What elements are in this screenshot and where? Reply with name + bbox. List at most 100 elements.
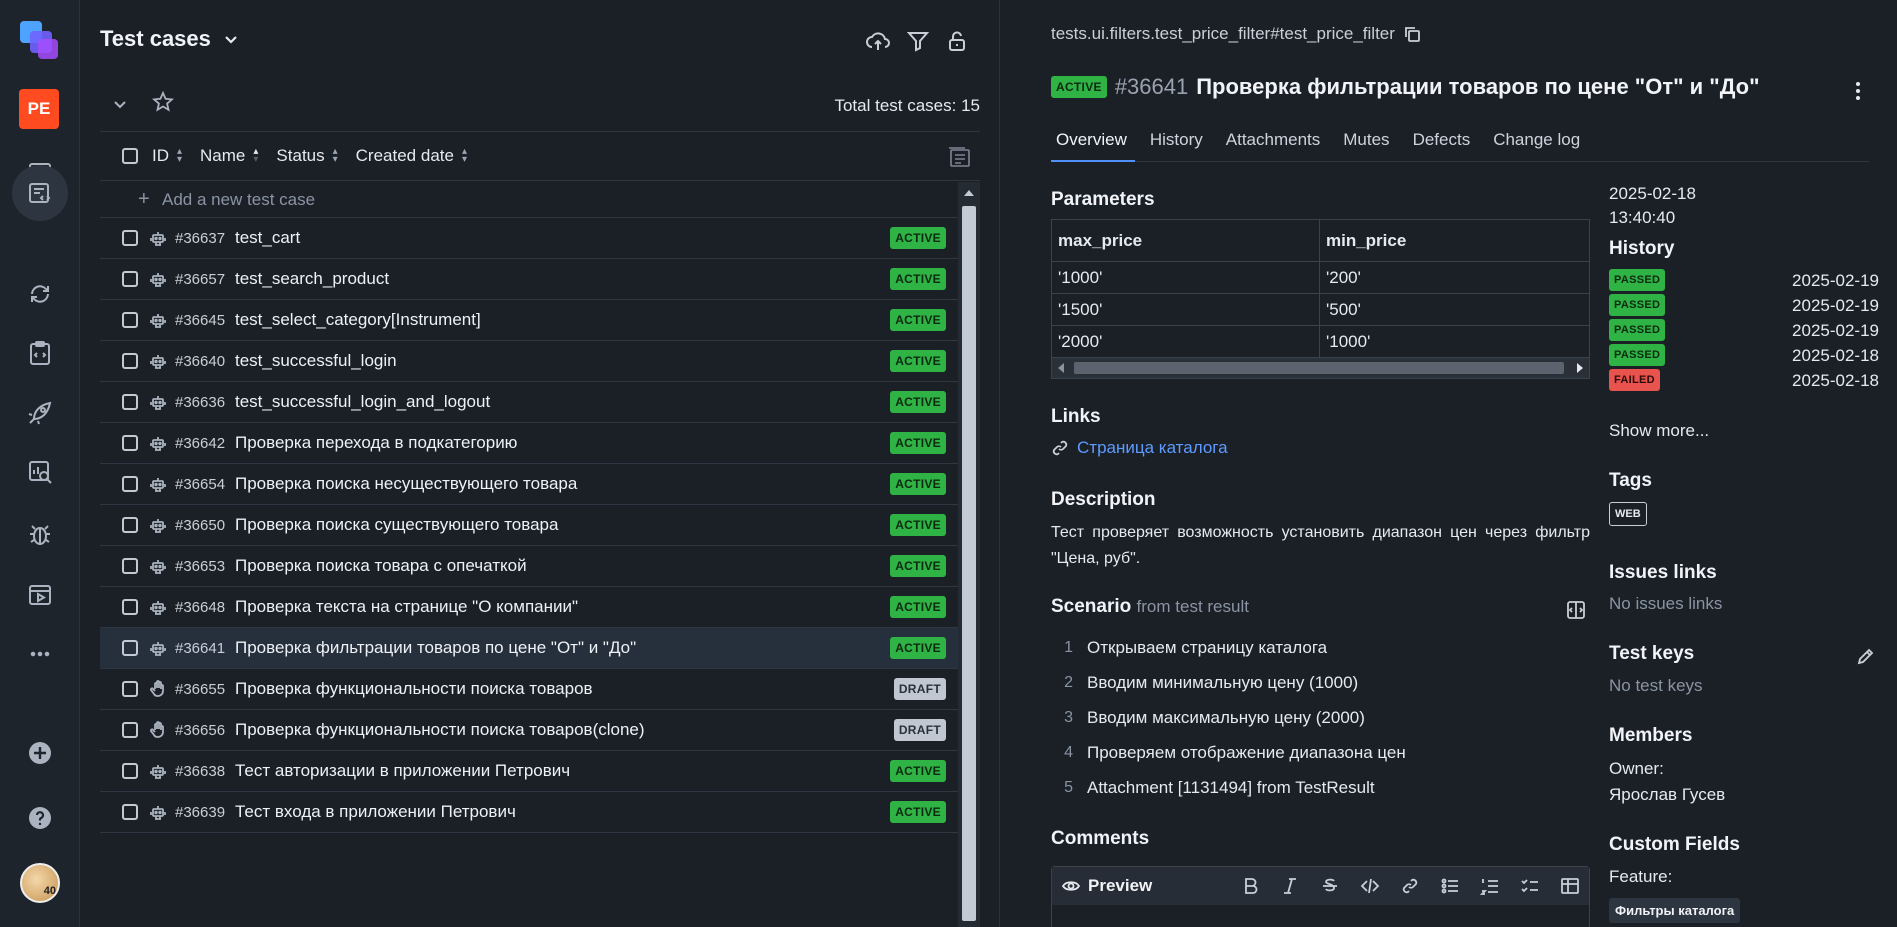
upload-button[interactable] bbox=[865, 28, 893, 56]
table-row[interactable]: #36636 test_successful_login_and_logout AC… bbox=[100, 382, 958, 423]
user-avatar[interactable]: 40 bbox=[20, 863, 60, 903]
tab-change-log[interactable]: Change log bbox=[1488, 126, 1588, 162]
scroll-up-arrow[interactable] bbox=[964, 190, 974, 196]
bold-icon[interactable] bbox=[1239, 875, 1261, 897]
link-text[interactable]: Страница каталога bbox=[1077, 438, 1228, 458]
row-name[interactable]: test_cart bbox=[235, 228, 300, 248]
row-checkbox[interactable] bbox=[122, 435, 138, 451]
case-title-text[interactable]: Проверка фильтрации товаров по цене "От"… bbox=[1196, 74, 1759, 100]
table-row[interactable]: #36641 Проверка фильтрации товаров по цен… bbox=[100, 628, 958, 669]
row-name[interactable]: Проверка фильтрации товаров по цене "От"… bbox=[235, 638, 636, 658]
row-name[interactable]: Проверка поиска товара с опечаткой bbox=[235, 556, 527, 576]
row-name[interactable]: Проверка поиска несуществующего товара bbox=[235, 474, 577, 494]
checklist-icon[interactable] bbox=[1519, 875, 1541, 897]
code-icon[interactable] bbox=[1359, 875, 1381, 897]
tab-overview[interactable]: Overview bbox=[1051, 126, 1135, 162]
scroll-left-arrow[interactable] bbox=[1058, 363, 1064, 373]
row-name[interactable]: Проверка текста на странице "О компании" bbox=[235, 597, 578, 617]
column-status[interactable]: Status ▴ ▾ bbox=[276, 146, 337, 166]
row-name[interactable]: test_search_product bbox=[235, 269, 389, 289]
row-checkbox[interactable] bbox=[122, 271, 138, 287]
add-test-case[interactable]: + Add a new test case bbox=[100, 182, 958, 218]
row-name[interactable]: Тест авторизации в приложении Петрович bbox=[235, 761, 570, 781]
row-name[interactable]: test_successful_login_and_logout bbox=[235, 392, 490, 412]
row-checkbox[interactable] bbox=[122, 722, 138, 738]
list-title[interactable]: Test cases bbox=[100, 26, 241, 52]
table-row[interactable]: #36638 Тест авторизации в приложении Петр… bbox=[100, 751, 958, 792]
app-logo[interactable] bbox=[18, 19, 62, 63]
star-icon[interactable] bbox=[151, 90, 175, 114]
table-row[interactable]: #36648 Проверка текста на странице "О ком… bbox=[100, 587, 958, 628]
scroll-down-arrow[interactable] bbox=[964, 913, 974, 919]
row-checkbox[interactable] bbox=[122, 599, 138, 615]
scroll-right-arrow[interactable] bbox=[1577, 363, 1583, 373]
row-checkbox[interactable] bbox=[122, 476, 138, 492]
history-item[interactable]: PASSED 2025-02-19 bbox=[1609, 319, 1879, 345]
copy-icon[interactable] bbox=[1403, 25, 1421, 43]
row-name[interactable]: Проверка функциональности поиска товаров bbox=[235, 679, 593, 699]
column-id[interactable]: ID ▴ ▾ bbox=[152, 146, 182, 166]
row-checkbox[interactable] bbox=[122, 558, 138, 574]
test-plans-nav[interactable] bbox=[12, 325, 68, 381]
scroll-thumb[interactable] bbox=[1074, 362, 1564, 374]
row-checkbox[interactable] bbox=[122, 517, 138, 533]
table-row[interactable]: #36640 test_successful_login ACTIVE bbox=[100, 341, 958, 382]
row-name[interactable]: Проверка поиска существующего товара bbox=[235, 515, 558, 535]
table-row[interactable]: #36654 Проверка поиска несуществующего то… bbox=[100, 464, 958, 505]
preview-button[interactable]: Preview bbox=[1062, 876, 1152, 896]
table-row[interactable]: #36650 Проверка поиска существующего това… bbox=[100, 505, 958, 546]
table-row[interactable]: #36655 Проверка функциональности поиска т… bbox=[100, 669, 958, 710]
more-nav[interactable] bbox=[12, 626, 68, 682]
tab-defects[interactable]: Defects bbox=[1408, 126, 1479, 162]
edit-keys-button[interactable] bbox=[1856, 646, 1876, 666]
row-name[interactable]: Проверка функциональности поиска товаров… bbox=[235, 720, 645, 740]
lock-button[interactable] bbox=[944, 28, 972, 56]
table-row[interactable]: #36642 Проверка перехода в подкатегорию AC… bbox=[100, 423, 958, 464]
filter-button[interactable] bbox=[905, 28, 933, 56]
row-name[interactable]: test_select_category[Instrument] bbox=[235, 310, 481, 330]
row-name[interactable]: test_successful_login bbox=[235, 351, 397, 371]
table-row[interactable]: #36637 test_cart ACTIVE bbox=[100, 218, 958, 259]
numbered-list-icon[interactable] bbox=[1479, 875, 1501, 897]
catalog-link[interactable]: Страница каталога bbox=[1051, 438, 1228, 458]
select-all-checkbox[interactable] bbox=[122, 148, 138, 164]
columns-settings-icon[interactable] bbox=[946, 144, 972, 170]
table-insert-icon[interactable] bbox=[1559, 875, 1581, 897]
link-insert-icon[interactable] bbox=[1399, 875, 1421, 897]
jobs-nav[interactable] bbox=[12, 385, 68, 441]
bullet-list-icon[interactable] bbox=[1439, 875, 1461, 897]
history-item[interactable]: PASSED 2025-02-18 bbox=[1609, 344, 1879, 370]
tab-mutes[interactable]: Mutes bbox=[1338, 126, 1397, 162]
help-nav[interactable] bbox=[12, 790, 68, 846]
launches-nav[interactable] bbox=[12, 266, 68, 322]
test-cases-nav[interactable] bbox=[12, 165, 68, 221]
row-checkbox[interactable] bbox=[122, 640, 138, 656]
show-more-link[interactable]: Show more... bbox=[1609, 421, 1709, 441]
row-name[interactable]: Проверка перехода в подкатегорию bbox=[235, 433, 517, 453]
row-checkbox[interactable] bbox=[122, 763, 138, 779]
launches-video-nav[interactable] bbox=[12, 567, 68, 623]
list-scrollbar[interactable] bbox=[958, 182, 980, 927]
scenario-toggle-button[interactable] bbox=[1565, 599, 1587, 621]
scroll-thumb[interactable] bbox=[962, 206, 976, 921]
chevron-down-icon[interactable] bbox=[110, 94, 130, 114]
table-scrollbar[interactable] bbox=[1052, 358, 1589, 378]
tab-attachments[interactable]: Attachments bbox=[1221, 126, 1329, 162]
strikethrough-icon[interactable] bbox=[1319, 875, 1341, 897]
column-created-date[interactable]: Created date ▴ ▾ bbox=[356, 146, 467, 166]
table-row[interactable]: #36656 Проверка функциональности поиска т… bbox=[100, 710, 958, 751]
project-badge[interactable]: PE bbox=[19, 89, 59, 129]
italic-icon[interactable] bbox=[1279, 875, 1301, 897]
history-item[interactable]: FAILED 2025-02-18 bbox=[1609, 369, 1879, 395]
tag-badge[interactable]: WEB bbox=[1609, 502, 1647, 526]
create-nav[interactable] bbox=[12, 725, 68, 781]
table-row[interactable]: #36645 test_select_category[Instrument] AC… bbox=[100, 300, 958, 341]
history-item[interactable]: PASSED 2025-02-19 bbox=[1609, 294, 1879, 320]
history-item[interactable]: PASSED 2025-02-19 bbox=[1609, 269, 1879, 295]
table-row[interactable]: #36653 Проверка поиска товара с опечаткой… bbox=[100, 546, 958, 587]
row-checkbox[interactable] bbox=[122, 804, 138, 820]
table-row[interactable]: #36639 Тест входа в приложении Петрович AC… bbox=[100, 792, 958, 833]
feature-value-badge[interactable]: Фильтры каталога bbox=[1609, 898, 1741, 923]
row-checkbox[interactable] bbox=[122, 312, 138, 328]
row-checkbox[interactable] bbox=[122, 230, 138, 246]
